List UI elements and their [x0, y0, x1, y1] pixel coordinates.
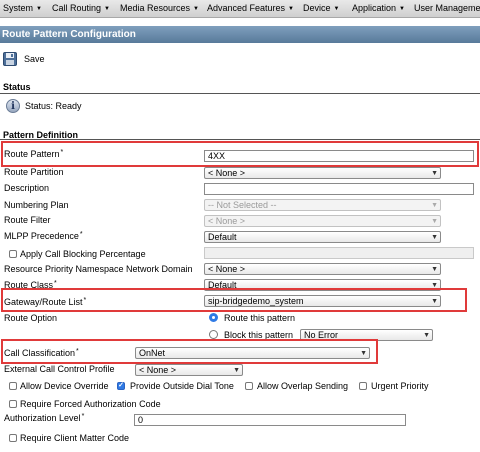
allow-device-override-checkbox[interactable]: [9, 382, 17, 390]
chevron-down-icon: ▼: [431, 298, 438, 305]
chevron-down-icon: ▼: [431, 218, 438, 225]
route-pattern-input[interactable]: 4XX: [204, 150, 474, 162]
route-class-label: Route Class*: [4, 280, 57, 290]
status-divider: [0, 93, 480, 94]
provide-outside-dial-tone-checkbox[interactable]: ✓: [117, 382, 125, 390]
block-this-pattern-label: Block this pattern: [224, 330, 294, 340]
route-partition-label: Route Partition: [4, 167, 64, 177]
call-classification-label: Call Classification*: [4, 348, 79, 358]
chevron-down-icon: ▼: [431, 202, 438, 209]
chevron-down-icon: ▼: [288, 6, 294, 12]
chevron-down-icon: ▼: [233, 367, 240, 374]
status-section-title: Status: [3, 82, 31, 92]
allow-overlap-sending-checkbox[interactable]: [245, 382, 253, 390]
block-this-pattern-radio[interactable]: [209, 330, 218, 339]
route-class-select[interactable]: Default ▼: [204, 279, 441, 291]
require-client-matter-checkbox[interactable]: [9, 434, 17, 442]
authorization-level-input[interactable]: 0: [134, 414, 406, 426]
mlpp-precedence-label: MLPP Precedence*: [4, 231, 83, 241]
chevron-down-icon: ▼: [36, 6, 42, 12]
mlpp-precedence-select[interactable]: Default ▼: [204, 231, 441, 243]
resource-priority-select[interactable]: < None > ▼: [204, 263, 441, 275]
route-filter-select: < None > ▼: [204, 215, 441, 227]
toolbar: Save: [0, 43, 480, 77]
route-partition-select[interactable]: < None > ▼: [204, 167, 441, 179]
gateway-route-list-select[interactable]: sip-bridgedemo_system ▼: [204, 295, 441, 307]
require-forced-auth-checkbox[interactable]: [9, 400, 17, 408]
route-option-label: Route Option: [4, 313, 58, 323]
menu-media-resources[interactable]: Media Resources ▼: [120, 0, 199, 17]
chevron-down-icon: ▼: [333, 6, 340, 12]
menu-call-routing[interactable]: Call Routing ▼: [52, 0, 110, 17]
menu-bar: System ▼ Call Routing ▼ Media Resources ▼ A…: [0, 0, 480, 18]
route-filter-label: Route Filter: [4, 215, 51, 225]
external-call-control-label: External Call Control Profile: [4, 364, 115, 374]
numbering-plan-label: Numbering Plan: [4, 200, 69, 210]
menu-user-management[interactable]: User Managemen: [414, 0, 480, 17]
chevron-down-icon: ▼: [431, 234, 438, 241]
chevron-down-icon: ▼: [431, 266, 438, 273]
provide-outside-dial-tone-label: Provide Outside Dial Tone: [130, 381, 234, 391]
route-this-pattern-radio[interactable]: [209, 313, 218, 322]
require-forced-auth-label: Require Forced Authorization Code: [20, 399, 161, 409]
save-button[interactable]: Save: [24, 54, 45, 64]
call-classification-select[interactable]: OnNet ▼: [135, 347, 370, 359]
block-reason-select[interactable]: No Error ▼: [300, 329, 433, 341]
chevron-down-icon: ▼: [399, 6, 405, 12]
description-label: Description: [4, 183, 50, 193]
apply-call-blocking-checkbox[interactable]: [9, 250, 17, 258]
allow-overlap-sending-label: Allow Overlap Sending: [257, 381, 349, 391]
menu-device[interactable]: Device ▼: [303, 0, 339, 17]
route-this-pattern-label: Route this pattern: [224, 313, 296, 323]
allow-device-override-label: Allow Device Override: [20, 381, 109, 391]
page-title: Route Pattern Configuration: [2, 29, 136, 40]
menu-system[interactable]: System ▼: [3, 0, 42, 17]
menu-advanced-features[interactable]: Advanced Features ▼: [207, 0, 294, 17]
numbering-plan-select: -- Not Selected -- ▼: [204, 199, 441, 211]
resource-priority-label: Resource Priority Namespace Network Doma…: [4, 264, 193, 274]
gateway-route-list-label: Gateway/Route List*: [4, 297, 87, 307]
call-blocking-percentage-input: [204, 247, 474, 259]
chevron-down-icon: ▼: [431, 170, 438, 177]
description-input[interactable]: [204, 183, 474, 195]
authorization-level-label: Authorization Level*: [4, 413, 85, 423]
info-icon: i: [6, 99, 20, 113]
chevron-down-icon: ▼: [104, 6, 110, 12]
chevron-down-icon: ▼: [423, 332, 430, 339]
route-pattern-label: Route Pattern*: [4, 149, 64, 159]
apply-call-blocking-label: Apply Call Blocking Percentage: [20, 249, 146, 259]
save-icon[interactable]: [3, 52, 17, 66]
chevron-down-icon: ▼: [360, 350, 367, 357]
urgent-priority-checkbox[interactable]: [359, 382, 367, 390]
menu-application[interactable]: Application ▼: [352, 0, 405, 17]
require-client-matter-label: Require Client Matter Code: [20, 433, 130, 443]
status-text: Status: Ready: [25, 101, 82, 111]
urgent-priority-label: Urgent Priority: [371, 381, 429, 391]
pattern-divider: [0, 139, 480, 140]
page-title-bar: Route Pattern Configuration: [0, 26, 480, 43]
external-call-control-select[interactable]: < None > ▼: [135, 364, 243, 376]
chevron-down-icon: ▼: [193, 6, 199, 12]
chevron-down-icon: ▼: [431, 282, 438, 289]
